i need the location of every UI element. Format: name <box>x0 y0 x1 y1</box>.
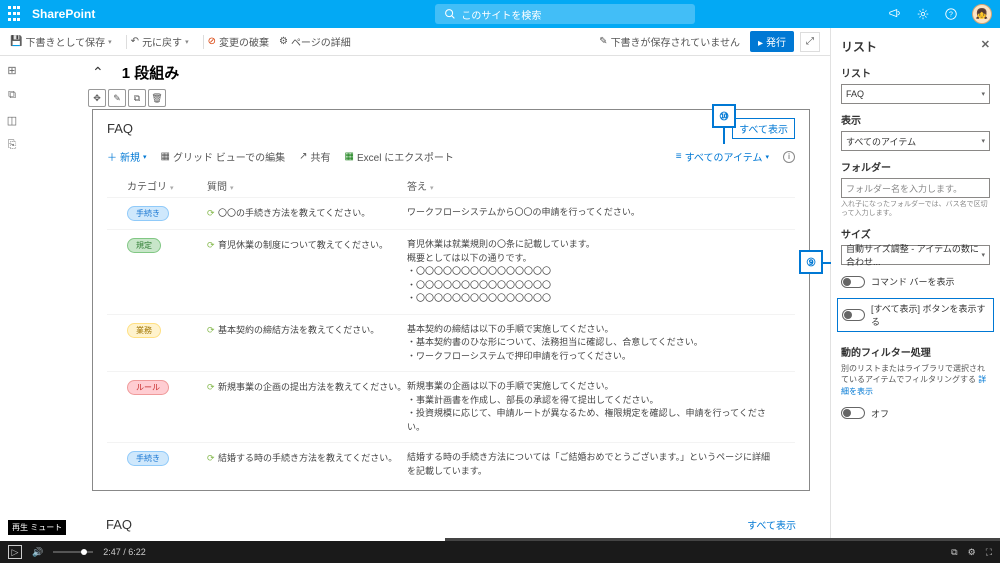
property-pane: リスト ✕ リスト FAQ▾ 表示 すべてのアイテム▾ フォルダー フォルダー名を… <box>830 28 1000 541</box>
grid-view-button[interactable]: ▦ グリッド ビューでの編集 <box>161 149 286 164</box>
brand: SharePoint <box>32 7 95 21</box>
toggle-off[interactable]: オフ <box>841 407 990 420</box>
link-icon[interactable]: ⎘ <box>8 139 17 152</box>
search-input[interactable]: このサイトを検索 <box>435 4 695 24</box>
video-controls: ▷ 🔊 2:47 / 6:22 ⧉ ⚙ ⛶ <box>0 541 1000 563</box>
size-select[interactable]: 自動サイズ調整 - アイテムの数に合わせ...▾ <box>841 245 990 265</box>
cc-icon[interactable]: ⧉ <box>951 547 957 558</box>
new-button[interactable]: ＋ 新規 ▾ <box>107 149 147 164</box>
play-button[interactable]: ▷ <box>8 545 22 559</box>
page-details-button[interactable]: ⚙ページの詳細 <box>279 34 351 49</box>
table-row[interactable]: ルール ⟳新規事業の企画の提出方法を教えてください。 新規事業の企画は以下の手順… <box>107 371 795 442</box>
panel-title: リスト <box>841 38 877 55</box>
help-icon[interactable]: ? <box>944 7 958 21</box>
callout-9: ⑨ <box>799 250 823 274</box>
discard-button[interactable]: ⊘変更の破棄 <box>208 34 269 49</box>
avatar[interactable]: 👧 <box>972 4 992 24</box>
settings-icon[interactable]: ⚙ <box>968 547 976 558</box>
folder-input[interactable]: フォルダー名を入力します。 <box>841 178 990 198</box>
dynfilter-text: 別のリストまたはライブラリで選択されているアイテムでフィルタリングする 詳細を表… <box>841 363 990 397</box>
video-time: 2:47 / 6:22 <box>103 547 146 557</box>
faq-webpart: FAQ すべて表示 ＋ 新規 ▾ ▦ グリッド ビューでの編集 ↗ 共有 ▦ E… <box>92 109 810 491</box>
duplicate-icon[interactable]: ⧉ <box>8 89 16 102</box>
page-toolbar: 💾下書きとして保存▾ ↶元に戻す▾ ⊘変更の破棄 ⚙ページの詳細 ✎下書きが保存… <box>0 28 830 56</box>
view-selector[interactable]: ≡ すべてのアイテム ▾ <box>676 149 769 164</box>
chevron-up-icon[interactable]: ⌃ <box>92 64 104 81</box>
undo-button[interactable]: ↶元に戻す▾ <box>131 34 189 49</box>
expand-icon[interactable]: ⤢ <box>800 32 820 52</box>
section-title: 1 段組み <box>122 62 180 83</box>
folder-hint: 入れ子になったフォルダーでは、バス名で区切って入力します。 <box>841 200 990 218</box>
app-launcher-icon[interactable] <box>8 6 24 22</box>
layers-icon[interactable]: ◫ <box>7 114 17 127</box>
save-draft-button[interactable]: 💾下書きとして保存▾ <box>10 34 112 49</box>
info-icon[interactable]: i <box>783 151 795 163</box>
faq-webpart-2: FAQ すべて表示 ＋ 新規 ▾ ▦ グリッド ビューでの編集 ↗ 共有 ▦ E… <box>92 509 810 541</box>
megaphone-icon[interactable] <box>888 7 902 21</box>
size-label: サイズ <box>841 226 990 241</box>
table-row[interactable]: 規定 ⟳育児休業の制度について教えてください。 育児休業は就業規則の〇条に記載し… <box>107 229 795 314</box>
toggle-commandbar[interactable]: コマンド バーを表示 <box>841 275 990 288</box>
dynfilter-label: 動的フィルター処理 <box>841 344 990 359</box>
edit-icon[interactable]: ✎ <box>108 89 126 107</box>
toggle-showall[interactable]: [すべて表示] ボタンを表示する <box>837 298 994 332</box>
show-all-link[interactable]: すべて表示 <box>732 118 795 139</box>
webpart-title: FAQ <box>107 121 133 136</box>
add-section-icon[interactable]: ⊞ <box>7 64 16 77</box>
folder-label: フォルダー <box>841 159 990 174</box>
publish-button[interactable]: ▸発行 <box>750 31 794 52</box>
table-row[interactable]: 業務 ⟳基本契約の締結方法を教えてください。 基本契約の締結は以下の手順で実施し… <box>107 314 795 372</box>
table-row[interactable]: 手続き ⟳〇〇の手続き方法を教えてください。 ワークフローシステムから〇〇の申請… <box>107 197 795 229</box>
webpart-controls: ✥ ✎ ⧉ 🗑 <box>88 89 810 107</box>
canvas-rail: ⊞ ⧉ ◫ ⎘ <box>0 56 24 152</box>
volume-icon[interactable]: 🔊 <box>32 547 43 558</box>
list-label: リスト <box>841 65 990 80</box>
delete-icon[interactable]: 🗑 <box>148 89 166 107</box>
list-headers: カテゴリ▾ 質問▾ 答え▾ <box>107 174 795 197</box>
move-icon[interactable]: ✥ <box>88 89 106 107</box>
suite-bar: SharePoint このサイトを検索 ? 👧 <box>0 0 1000 28</box>
gear-icon[interactable] <box>916 7 930 21</box>
fullscreen-icon[interactable]: ⛶ <box>986 547 992 558</box>
not-saved-label: ✎下書きが保存されていません <box>599 34 740 49</box>
view-select[interactable]: すべてのアイテム▾ <box>841 131 990 151</box>
share-button[interactable]: ↗ 共有 <box>299 149 330 164</box>
table-row[interactable]: 手続き ⟳結婚する時の手続き方法を教えてください。 結婚する時の手続き方法につい… <box>107 442 795 486</box>
copy-icon[interactable]: ⧉ <box>128 89 146 107</box>
mute-label: 再生 ミュート <box>8 520 66 535</box>
webpart-title: FAQ <box>106 517 132 532</box>
search-icon <box>443 7 457 21</box>
export-button[interactable]: ▦ Excel にエクスポート <box>345 149 454 164</box>
volume-slider[interactable] <box>53 551 93 553</box>
list-select[interactable]: FAQ▾ <box>841 84 990 104</box>
svg-text:?: ? <box>949 12 953 19</box>
callout-10: ⑩ <box>712 104 736 128</box>
close-icon[interactable]: ✕ <box>981 38 990 55</box>
show-all-link[interactable]: すべて表示 <box>747 517 796 532</box>
view-label: 表示 <box>841 112 990 127</box>
